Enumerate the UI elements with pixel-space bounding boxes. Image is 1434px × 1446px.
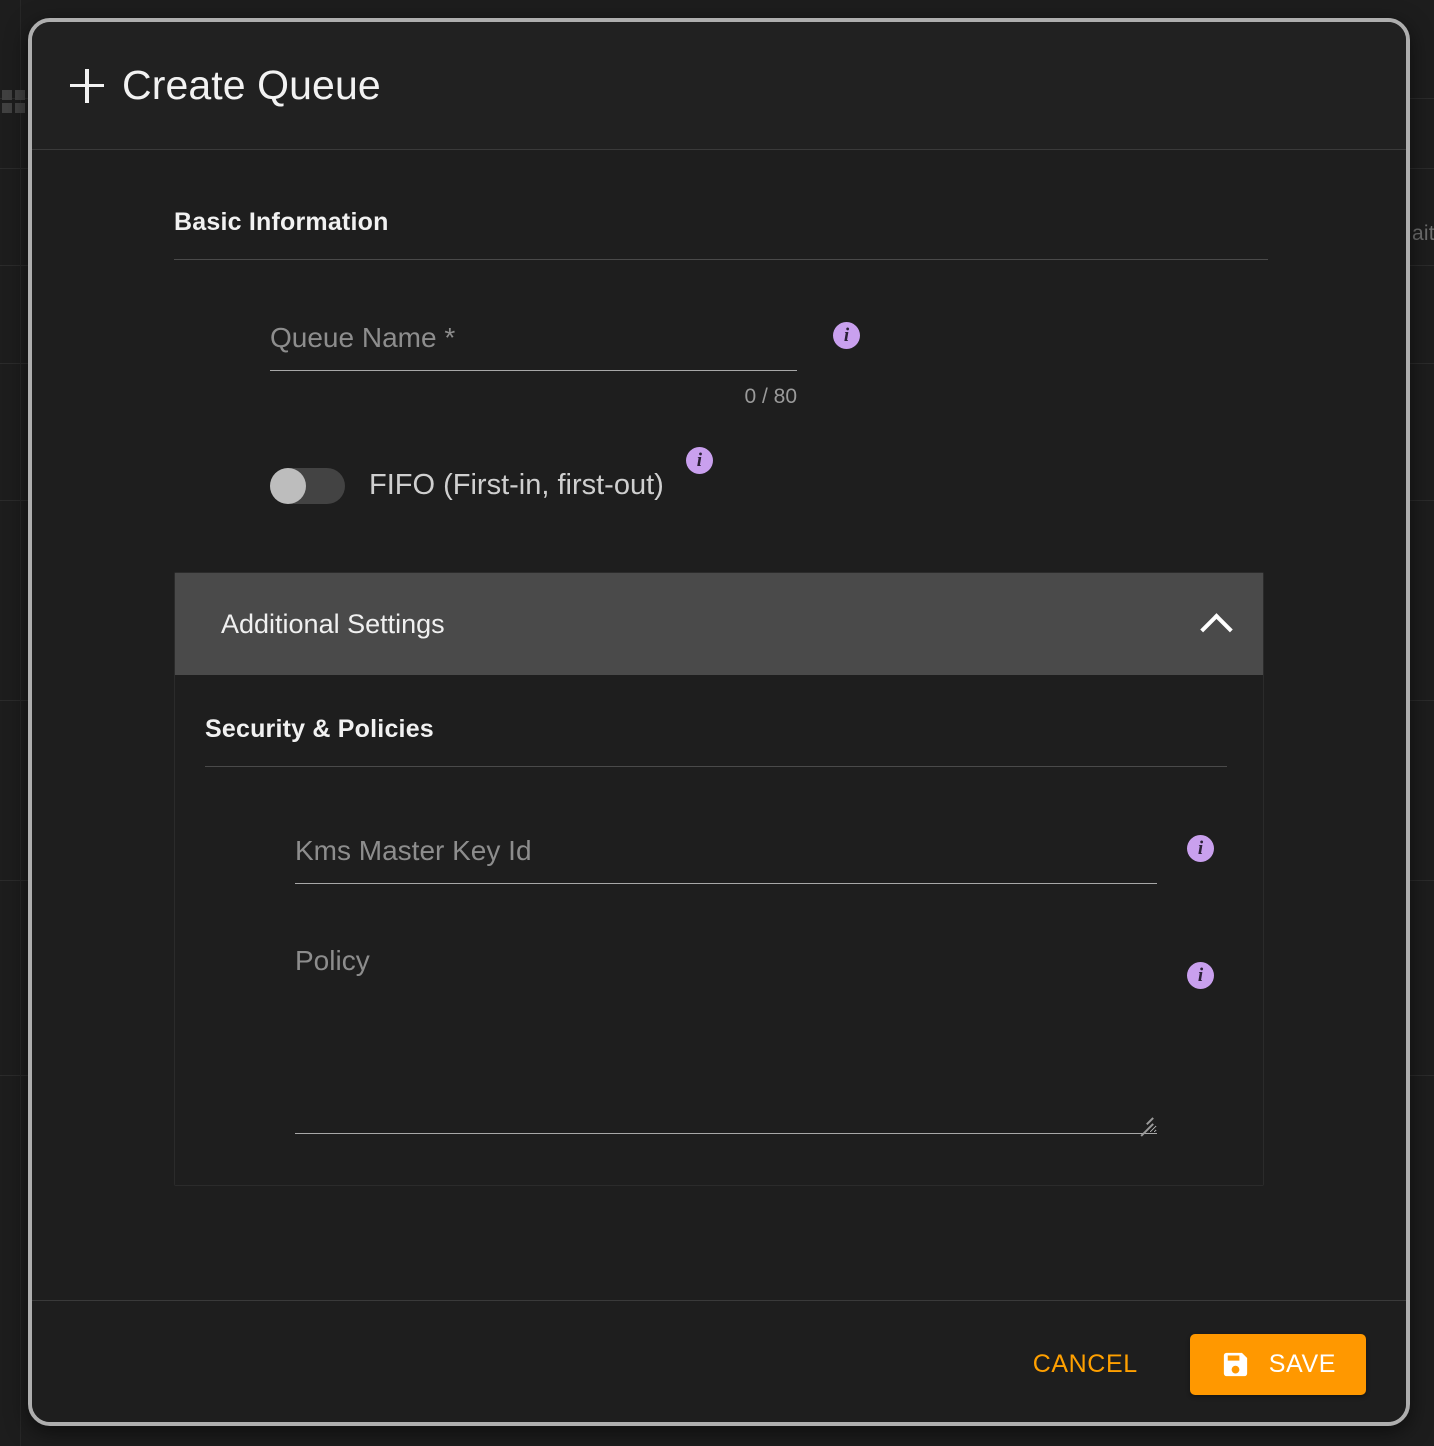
additional-settings-label: Additional Settings [221, 608, 445, 639]
queue-name-input[interactable] [270, 322, 797, 371]
dialog-footer: CANCEL SAVE [32, 1300, 1406, 1422]
section-divider [174, 259, 1268, 260]
cancel-button[interactable]: CANCEL [1015, 1336, 1156, 1393]
save-button[interactable]: SAVE [1189, 1334, 1366, 1395]
info-icon[interactable]: i [1187, 835, 1214, 862]
kms-master-key-id-input[interactable] [295, 835, 1157, 884]
kms-master-key-id-row: i [205, 835, 1227, 884]
basic-information-heading: Basic Information [174, 208, 389, 236]
queue-name-row: i [174, 322, 1268, 371]
plus-icon [70, 68, 104, 103]
page-title: Create Queue [122, 62, 381, 108]
security-policies-section: Security & Policies i [205, 715, 1227, 1139]
backdrop-column-line [20, 0, 21, 1446]
additional-settings-panel: Additional Settings Security & Policies … [174, 572, 1264, 1186]
additional-settings-content: Security & Policies i [175, 675, 1263, 1185]
chevron-up-icon[interactable] [1201, 609, 1231, 639]
security-policies-heading: Security & Policies [205, 715, 434, 743]
info-icon[interactable]: i [685, 447, 713, 474]
fifo-row: FIFO (First-in, first-out) i [270, 447, 1268, 510]
fifo-label: FIFO (First-in, first-out) [369, 469, 664, 501]
kms-master-key-id-field [295, 835, 1157, 884]
info-icon[interactable]: i [1187, 962, 1214, 989]
apps-grid-icon [2, 90, 26, 114]
basic-information-section: Basic Information i 0 / 80 FIFO (First-i… [32, 150, 1406, 510]
dialog-header: Create Queue [32, 22, 1406, 150]
policy-row: i [205, 944, 1227, 1139]
queue-name-field [270, 322, 797, 371]
save-floppy-icon [1223, 1352, 1247, 1377]
queue-name-char-counter: 0 / 80 [744, 385, 797, 408]
additional-settings-header[interactable]: Additional Settings [175, 573, 1263, 675]
save-button-label: SAVE [1268, 1350, 1336, 1378]
policy-field [295, 944, 1157, 1139]
dialog-body: Basic Information i 0 / 80 FIFO (First-i… [32, 150, 1406, 1300]
section-divider [205, 766, 1227, 767]
create-queue-dialog: Create Queue Basic Information i 0 / 80 … [28, 18, 1410, 1426]
fifo-toggle[interactable] [270, 467, 345, 504]
policy-textarea[interactable] [295, 944, 1157, 1134]
fifo-toggle-knob [270, 467, 306, 504]
info-icon[interactable]: i [833, 322, 860, 349]
backdrop-partial-text: ait [1412, 222, 1434, 245]
